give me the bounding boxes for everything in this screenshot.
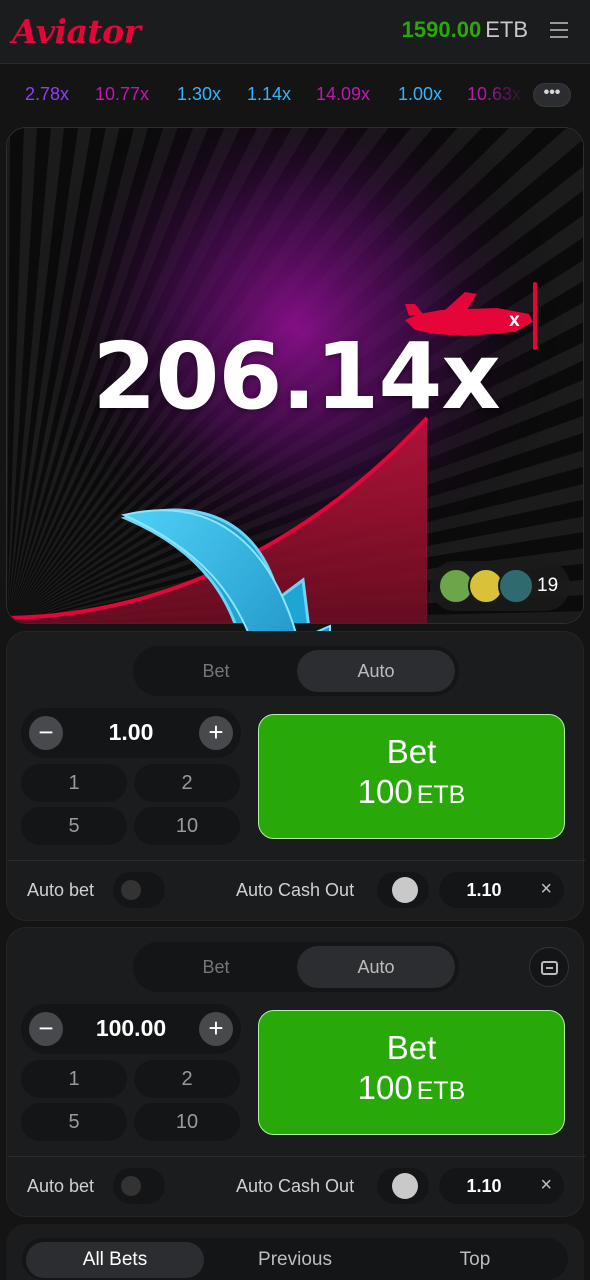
auto-cashout-toggle[interactable] [377,1168,429,1204]
bet-panel-1: Bet Auto − 1.00 + 1 2 5 10 Bet 100 ETB Au… [6,631,585,921]
tab-auto[interactable]: Auto [297,946,455,988]
tab-bet[interactable]: Bet [137,650,295,692]
auto-bet-label: Auto bet [27,880,95,900]
place-bet-button[interactable]: Bet 100 ETB [258,1010,565,1135]
panel-divider [7,860,585,861]
auto-cashout-toggle[interactable] [377,872,429,908]
quick-amount-button[interactable]: 5 [21,807,127,845]
players-count: 19 [537,575,559,596]
bet-button-amount: 100 ETB [357,773,466,810]
bets-section: All Bets Previous Top [6,1224,584,1280]
cashout-value[interactable]: 1.10 [449,880,519,901]
increase-button[interactable]: + [199,716,233,750]
current-multiplier: 206.14x [92,323,500,430]
clear-icon[interactable]: × [540,1174,552,1197]
balance-amount: 1590.00 [401,17,482,42]
decrease-button[interactable]: − [29,716,63,750]
quick-amount-button[interactable]: 2 [134,764,240,802]
quick-amount-button[interactable]: 10 [134,1103,240,1141]
history-fade [480,64,534,126]
history-more-button[interactable]: ••• [533,83,571,107]
auto-bet-label: Auto bet [27,1176,95,1196]
quick-amount-button[interactable]: 1 [21,1060,127,1098]
balance-display: 1590.00 ETB [402,17,528,43]
auto-cashout-input[interactable]: 1.10 × [439,1168,564,1204]
cashout-value[interactable]: 1.10 [449,1176,519,1197]
game-canvas: X 206.14x 19 [6,127,584,624]
history-item: 1.00x [398,84,443,104]
increase-button[interactable]: + [199,1012,233,1046]
auto-bet-toggle[interactable] [113,1168,165,1204]
tab-all-bets[interactable]: All Bets [26,1242,204,1278]
place-bet-button[interactable]: Bet 100 ETB [258,714,565,839]
quick-amount-button[interactable]: 2 [134,1060,240,1098]
bet-button-label: Bet [386,733,437,770]
history-item: 1.14x [247,84,292,104]
tab-bet[interactable]: Bet [137,946,295,988]
tab-previous[interactable]: Previous [206,1242,384,1278]
bet-amount-value[interactable]: 1.00 [65,719,197,746]
bets-tabs: All Bets Previous Top [22,1238,568,1280]
history-item: 1.30x [177,84,222,104]
tab-auto[interactable]: Auto [297,650,455,692]
panel-divider [7,1156,585,1157]
quick-amount-button[interactable]: 10 [134,807,240,845]
top-bar: Aviator 1590.00 ETB [0,0,590,64]
player-avatar [498,568,534,604]
bet-button-amount: 100 ETB [357,1069,466,1106]
auto-bet-toggle[interactable] [113,872,165,908]
auto-cashout-input[interactable]: 1.10 × [439,872,564,908]
auto-cashout-label: Auto Cash Out [236,880,355,900]
bet-amount-value[interactable]: 100.00 [65,1015,197,1042]
history-item: 14.09x [316,84,371,104]
bet-button-label: Bet [386,1029,437,1066]
decrease-button[interactable]: − [29,1012,63,1046]
quick-amount-button[interactable]: 5 [21,1103,127,1141]
quick-amount-button[interactable]: 1 [21,764,127,802]
balance-currency: ETB [485,17,528,42]
hamburger-menu-icon[interactable] [550,22,568,38]
bet-amount-stepper: − 100.00 + [21,1004,241,1054]
aviator-logo: Aviator [12,12,141,51]
online-players[interactable]: 19 [430,561,570,611]
bet-panel-2: Bet Auto − 100.00 + 1 2 5 10 Bet 100 ETB … [6,927,585,1217]
clear-icon[interactable]: × [540,878,552,901]
tab-top[interactable]: Top [386,1242,564,1278]
remove-panel-icon[interactable] [529,947,569,987]
auto-cashout-label: Auto Cash Out [236,1176,355,1196]
bet-amount-stepper: − 1.00 + [21,708,241,758]
bet-mode-toggle: Bet Auto [133,942,459,992]
multiplier-history: 2.78x 10.77x 1.30x 1.14x 14.09x 1.00x 10… [0,64,590,126]
history-item: 10.77x [95,84,150,104]
history-item: 2.78x [25,84,70,104]
bet-mode-toggle: Bet Auto [133,646,459,696]
